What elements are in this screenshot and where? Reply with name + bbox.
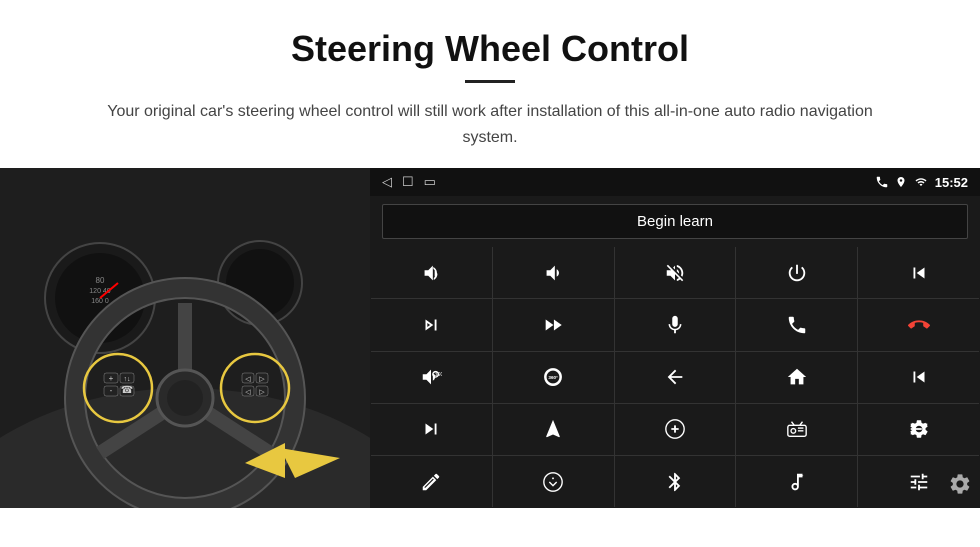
header-section: Steering Wheel Control Your original car…	[0, 0, 980, 168]
status-left: ◁ ☐ ▭	[382, 174, 436, 190]
prev-track-button[interactable]	[858, 247, 979, 298]
title-divider	[465, 80, 515, 83]
subtitle-text: Your original car's steering wheel contr…	[100, 99, 880, 150]
page-wrapper: Steering Wheel Control Your original car…	[0, 0, 980, 508]
music-settings-button[interactable]	[736, 456, 857, 507]
svg-text:+: +	[109, 374, 114, 383]
phone-button[interactable]	[736, 299, 857, 350]
svg-text:80: 80	[96, 276, 105, 285]
vol-up-button[interactable]	[371, 247, 492, 298]
back-ctrl-button[interactable]	[615, 352, 736, 403]
status-bar: ◁ ☐ ▭ 15:52	[370, 168, 980, 196]
radio-button[interactable]	[736, 404, 857, 455]
pen-button[interactable]	[371, 456, 492, 507]
svg-text:160 0: 160 0	[91, 298, 109, 305]
svg-text:◁: ◁	[245, 389, 251, 396]
begin-learn-button[interactable]: Begin learn	[382, 204, 968, 239]
status-right: 15:52	[875, 175, 968, 190]
steering-wheel-image: 80 120 40 160 0	[0, 168, 370, 508]
hang-up-button[interactable]	[858, 299, 979, 350]
svg-text:▷: ▷	[259, 376, 265, 383]
svg-text:360°: 360°	[549, 375, 559, 380]
ff-button[interactable]	[493, 299, 614, 350]
360-button[interactable]: 360°	[493, 352, 614, 403]
phone-status-icon	[875, 175, 889, 189]
settings-gear-button[interactable]	[948, 472, 972, 502]
mic-button[interactable]	[615, 299, 736, 350]
back-nav-icon[interactable]: ◁	[382, 174, 392, 190]
begin-learn-area: Begin learn	[370, 196, 980, 247]
eq-button[interactable]	[615, 404, 736, 455]
home-ctrl-button[interactable]	[736, 352, 857, 403]
bluetooth-button[interactable]	[615, 456, 736, 507]
menu-button[interactable]	[493, 456, 614, 507]
vol-down-button[interactable]	[493, 247, 614, 298]
svg-text:-: -	[110, 386, 113, 395]
wifi-status-icon	[913, 176, 929, 188]
horn-button[interactable]: 360	[371, 352, 492, 403]
content-area: 80 120 40 160 0	[0, 168, 980, 508]
navigate-button[interactable]	[493, 404, 614, 455]
svg-text:▷: ▷	[259, 389, 265, 396]
power-button[interactable]	[736, 247, 857, 298]
recent-nav-icon[interactable]: ▭	[424, 174, 436, 190]
vol-mute-button[interactable]	[615, 247, 736, 298]
location-status-icon	[895, 175, 907, 189]
svg-text:◁: ◁	[245, 376, 251, 383]
svg-text:360: 360	[435, 372, 443, 378]
skip-back-button[interactable]	[858, 352, 979, 403]
svg-text:↑↓: ↑↓	[124, 376, 131, 383]
settings-ctrl-button[interactable]	[858, 404, 979, 455]
page-title: Steering Wheel Control	[60, 28, 920, 70]
next-button[interactable]	[371, 299, 492, 350]
svg-text:☎: ☎	[121, 385, 133, 396]
status-time: 15:52	[935, 175, 968, 190]
control-button-grid: 360 360°	[371, 247, 979, 507]
android-panel: ◁ ☐ ▭ 15:52 Begin learn	[370, 168, 980, 508]
skip-fwd-button[interactable]	[371, 404, 492, 455]
home-nav-icon[interactable]: ☐	[402, 174, 414, 190]
